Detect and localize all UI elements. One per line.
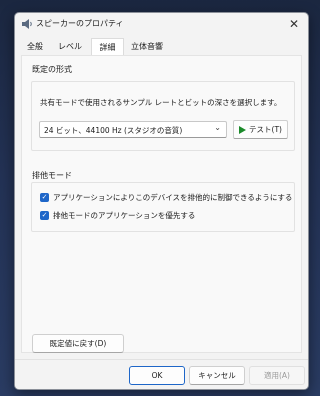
- close-button[interactable]: ✕: [280, 13, 308, 35]
- exclusive-mode-group: ✓ アプリケーションによりこのデバイスを排他的に制御できるようにする ✓ 排他モ…: [31, 182, 295, 232]
- tab-general[interactable]: 全般: [23, 39, 47, 55]
- exclusive-priority-label: 排他モードのアプリケーションを優先する: [53, 210, 196, 220]
- tab-label: 立体音響: [131, 42, 163, 51]
- default-format-description: 共有モードで使用されるサンプル レートとビットの深さを選択します。: [40, 98, 282, 107]
- default-format-label: 既定の形式: [32, 65, 72, 74]
- chevron-down-icon: ⌄: [214, 123, 221, 132]
- tab-label: レベル: [58, 42, 82, 51]
- default-format-group: 共有モードで使用されるサンプル レートとビットの深さを選択します。 24 ビット…: [31, 81, 295, 151]
- tab-strip: 全般 レベル 詳細 立体音響: [15, 38, 308, 56]
- cancel-label: キャンセル: [198, 371, 236, 380]
- checkmark-icon: ✓: [41, 192, 48, 201]
- dialog-footer: OK キャンセル 適用(A): [15, 359, 308, 389]
- tab-advanced[interactable]: 詳細: [91, 38, 124, 56]
- ok-button[interactable]: OK: [129, 366, 185, 385]
- tab-levels[interactable]: レベル: [55, 39, 85, 55]
- exclusive-control-checkbox[interactable]: ✓: [40, 192, 49, 202]
- apply-label: 適用(A): [264, 371, 290, 380]
- tab-label: 詳細: [99, 43, 116, 52]
- apply-button[interactable]: 適用(A): [249, 366, 305, 385]
- exclusive-priority-checkbox[interactable]: ✓: [40, 210, 49, 220]
- advanced-panel: 既定の形式 共有モードで使用されるサンプル レートとビットの深さを選択します。 …: [21, 55, 302, 353]
- play-icon: [239, 125, 247, 134]
- exclusive-priority-option[interactable]: ✓ 排他モードのアプリケーションを優先する: [40, 209, 195, 221]
- close-icon: ✕: [288, 17, 300, 31]
- exclusive-mode-label: 排他モード: [32, 171, 72, 180]
- restore-defaults-label: 既定値に戻す(D): [49, 339, 107, 348]
- test-button-label: テスト(T): [249, 125, 282, 134]
- window-title: スピーカーのプロパティ: [36, 19, 124, 28]
- restore-defaults-button[interactable]: 既定値に戻す(D): [32, 334, 124, 353]
- ok-label: OK: [151, 371, 163, 380]
- properties-dialog: スピーカーのプロパティ ✕ 全般 レベル 詳細 立体音響 既定の形式 共有モード…: [14, 12, 309, 390]
- format-select[interactable]: 24 ビット、44100 Hz (スタジオの音質) ⌄: [39, 121, 227, 138]
- tab-label: 全般: [27, 42, 43, 51]
- speaker-icon: [22, 19, 32, 29]
- tab-spatial-sound[interactable]: 立体音響: [128, 39, 166, 55]
- desktop-background: スピーカーのプロパティ ✕ 全般 レベル 詳細 立体音響 既定の形式 共有モード…: [0, 0, 320, 396]
- test-button[interactable]: テスト(T): [233, 120, 288, 139]
- exclusive-control-label: アプリケーションによりこのデバイスを排他的に制御できるようにする: [53, 192, 293, 202]
- title-bar: スピーカーのプロパティ ✕: [15, 13, 308, 35]
- format-select-value: 24 ビット、44100 Hz (スタジオの音質): [44, 126, 183, 135]
- cancel-button[interactable]: キャンセル: [189, 366, 245, 385]
- checkmark-icon: ✓: [41, 210, 48, 219]
- exclusive-control-option[interactable]: ✓ アプリケーションによりこのデバイスを排他的に制御できるようにする: [40, 191, 292, 203]
